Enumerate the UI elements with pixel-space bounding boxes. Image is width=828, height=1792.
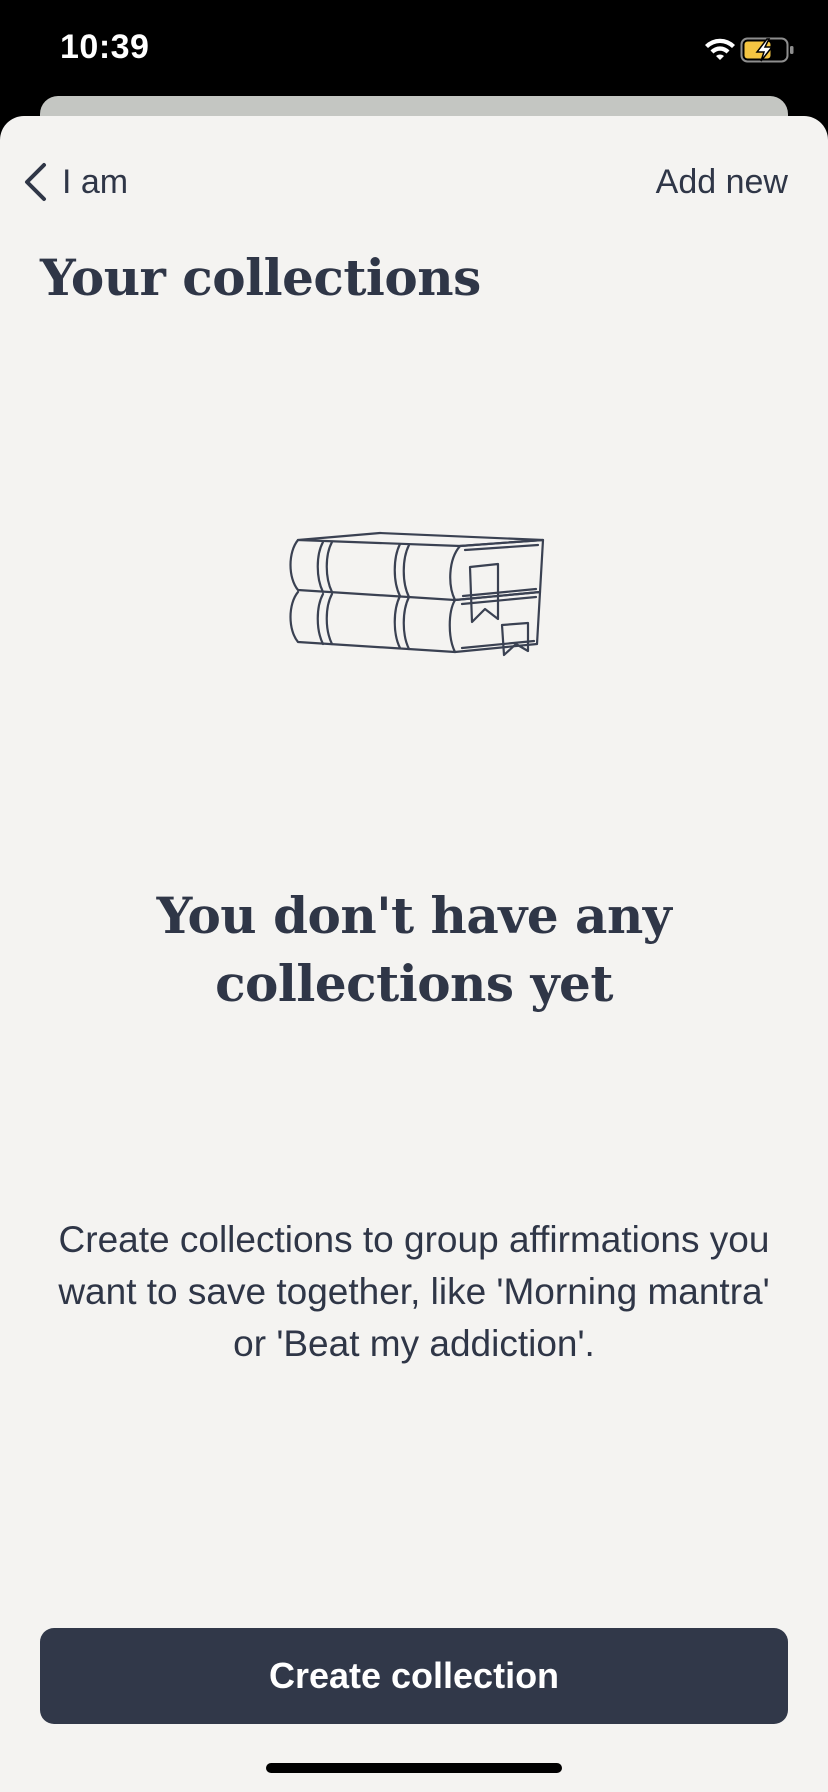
empty-state-description: Create collections to group affirmations…: [58, 1219, 770, 1364]
back-button[interactable]: I am: [22, 152, 128, 212]
back-button-label: I am: [62, 162, 129, 201]
status-bar: 10:39: [0, 0, 828, 100]
page-title: Your collections: [40, 248, 481, 307]
battery-charging-icon: [740, 37, 794, 63]
chevron-left-icon: [25, 163, 46, 201]
create-collection-button[interactable]: Create collection: [40, 1628, 788, 1724]
add-new-button[interactable]: Add new: [656, 152, 788, 212]
wifi-icon: [705, 38, 735, 60]
empty-state-heading: You don't have any collections yet: [156, 886, 672, 1013]
status-time: 10:39: [60, 28, 150, 66]
status-icons: [674, 34, 794, 66]
home-indicator: [266, 1763, 562, 1773]
stacked-books-icon: [289, 531, 545, 657]
collections-sheet: I am Add new Your collections You don't …: [0, 116, 828, 1792]
